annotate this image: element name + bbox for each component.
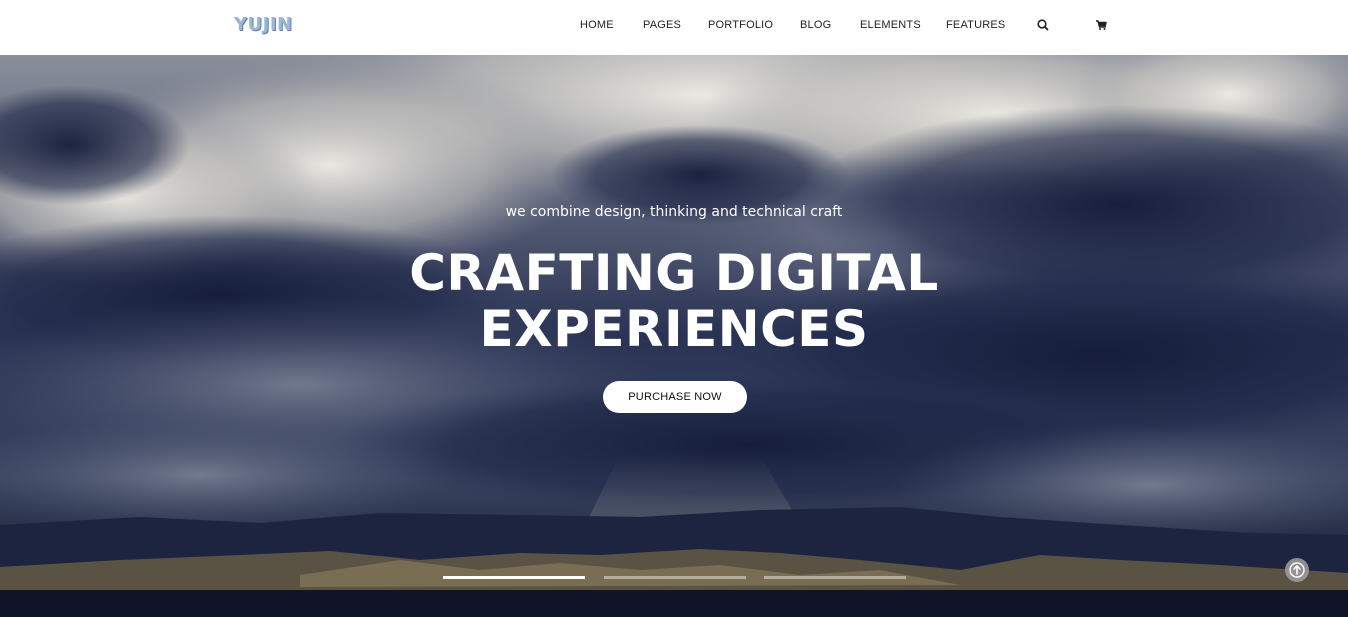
hero-title-line-1: CRAFTING DIGITAL — [409, 244, 939, 302]
nav-item-home[interactable]: HOME — [580, 19, 614, 31]
hero-slider: we combine design, thinking and technica… — [0, 55, 1348, 617]
search-icon[interactable] — [1036, 17, 1050, 31]
nav-item-elements[interactable]: ELEMENTS — [860, 19, 921, 31]
slide-indicator-3[interactable] — [764, 576, 906, 579]
arrow-up-icon — [1289, 562, 1305, 578]
main-nav: HOME PAGES PORTFOLIO BLOG ELEMENTS FEATU… — [0, 0, 1348, 55]
nav-item-pages[interactable]: PAGES — [643, 19, 681, 31]
slide-indicator-1[interactable] — [443, 576, 585, 579]
nav-item-blog[interactable]: BLOG — [800, 19, 831, 31]
slide-indicator-2[interactable] — [604, 576, 746, 579]
hero-title-line-2: EXPERIENCES — [479, 300, 869, 358]
scroll-to-top-button[interactable] — [1285, 558, 1309, 582]
nav-item-portfolio[interactable]: PORTFOLIO — [708, 19, 773, 31]
cart-icon[interactable] — [1094, 17, 1108, 31]
site-header: YUJIN HOME PAGES PORTFOLIO BLOG ELEMENTS… — [0, 0, 1348, 55]
hero-subtitle: we combine design, thinking and technica… — [505, 204, 843, 220]
nav-item-features[interactable]: FEATURES — [946, 19, 1005, 31]
purchase-now-button[interactable]: PURCHASE NOW — [603, 381, 747, 413]
